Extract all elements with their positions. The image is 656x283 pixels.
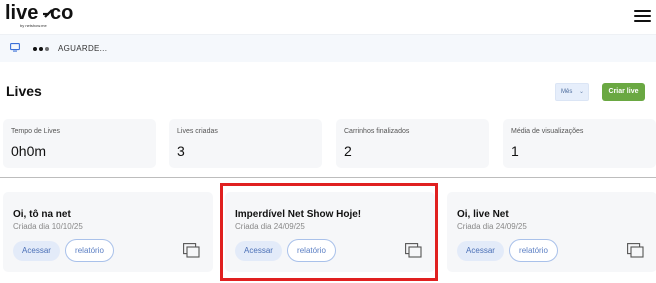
highlight-box bbox=[220, 183, 438, 281]
svg-text:live: live bbox=[5, 2, 38, 24]
live-date: Criada dia 10/10/25 bbox=[13, 222, 83, 231]
monitor-icon bbox=[10, 43, 20, 52]
report-button[interactable]: relatório bbox=[509, 239, 558, 262]
stat-card-lives-created: Lives criadas 3 bbox=[169, 119, 322, 168]
live-date: Criada dia 24/09/25 bbox=[457, 222, 527, 231]
stat-label: Lives criadas bbox=[177, 128, 218, 135]
live-title: Oi, live Net bbox=[457, 209, 509, 220]
stat-card-carts-finished: Carrinhos finalizados 2 bbox=[336, 119, 489, 168]
svg-text:co: co bbox=[50, 2, 73, 24]
stat-label: Média de visualizações bbox=[511, 128, 584, 135]
live-card: Oi, tô na net Criada dia 10/10/25 Acessa… bbox=[3, 192, 213, 272]
create-live-button[interactable]: Criar live bbox=[602, 83, 645, 101]
status-bar: AGUARDE... bbox=[0, 34, 656, 62]
brand-sub: by netshow.me bbox=[20, 23, 47, 28]
report-button[interactable]: relatório bbox=[65, 239, 114, 262]
access-button[interactable]: Acessar bbox=[457, 241, 504, 261]
stat-value: 1 bbox=[511, 143, 519, 159]
period-select-value: Mês bbox=[561, 89, 573, 95]
brand-logo[interactable]: live co by netshow.me bbox=[5, 2, 75, 29]
status-text: AGUARDE... bbox=[58, 44, 108, 53]
chevron-down-icon: ⌄ bbox=[578, 89, 584, 95]
page-title: Lives bbox=[6, 83, 42, 99]
stat-value: 0h0m bbox=[11, 143, 47, 159]
stat-value: 2 bbox=[344, 143, 352, 159]
logo-mark: live co bbox=[5, 2, 73, 24]
loading-dots-icon bbox=[33, 47, 49, 52]
copy-icon[interactable] bbox=[627, 243, 644, 258]
stat-value: 3 bbox=[177, 143, 185, 159]
menu-icon[interactable] bbox=[634, 10, 651, 23]
stat-card-live-time: Tempo de Lives 0h0m bbox=[3, 119, 156, 168]
period-select[interactable]: Mês ⌄ bbox=[555, 83, 589, 101]
copy-icon[interactable] bbox=[183, 243, 200, 258]
stat-label: Carrinhos finalizados bbox=[344, 128, 410, 135]
access-button[interactable]: Acessar bbox=[13, 241, 60, 261]
stat-label: Tempo de Lives bbox=[11, 128, 61, 135]
stat-card-avg-views: Média de visualizações 1 bbox=[503, 119, 656, 168]
live-title: Oi, tô na net bbox=[13, 209, 71, 220]
section-divider bbox=[0, 177, 656, 178]
top-header: live co by netshow.me bbox=[0, 0, 656, 34]
live-card: Oi, live Net Criada dia 24/09/25 Acessar… bbox=[447, 192, 656, 272]
